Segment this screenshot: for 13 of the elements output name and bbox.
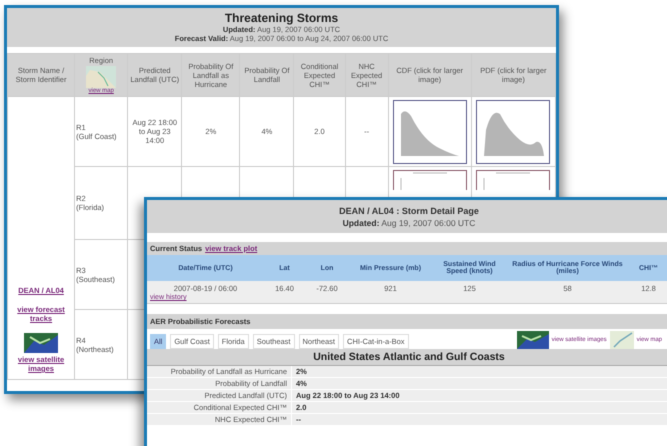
map-thumbnail[interactable] bbox=[86, 66, 116, 88]
region-heading: United States Atlantic and Gulf Coasts bbox=[147, 349, 667, 366]
page-title: Threatening Storms bbox=[224, 11, 340, 25]
updated-value: Aug 19, 2007 06:00 UTC bbox=[381, 218, 476, 228]
updated-label: Updated: bbox=[342, 218, 380, 228]
satellite-thumbnail[interactable] bbox=[24, 333, 58, 353]
map-thumbnail[interactable] bbox=[610, 331, 634, 349]
satellite-thumbnail[interactable] bbox=[516, 331, 549, 349]
page-title: DEAN / AL04 : Storm Detail Page bbox=[338, 206, 480, 216]
plot-thumbnail[interactable] bbox=[476, 170, 550, 190]
area-plot-thumbnail[interactable] bbox=[392, 100, 467, 164]
plot-thumbnail[interactable] bbox=[392, 170, 467, 190]
area-plot-thumbnail[interactable] bbox=[476, 100, 550, 164]
